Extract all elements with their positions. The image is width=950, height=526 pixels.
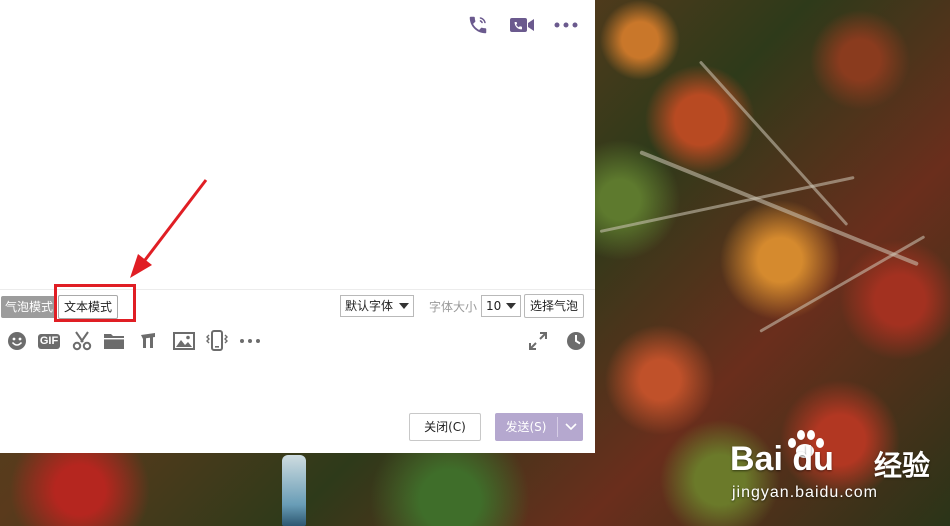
send-options-dropdown[interactable] — [558, 413, 583, 441]
gif-icon: GIF — [37, 333, 61, 349]
baidu-jingyan-watermark: Bai du 经验 jingyan.baidu.com — [728, 426, 942, 506]
font-size-select[interactable]: 10 — [481, 295, 521, 317]
clock-icon — [567, 332, 585, 350]
emoji-button[interactable] — [4, 328, 30, 354]
music-note-icon — [141, 333, 155, 348]
text-mode-tab[interactable]: 文本模式 — [58, 295, 119, 319]
video-call-button[interactable] — [507, 11, 537, 39]
chevron-down-icon — [564, 423, 577, 431]
tree-branch — [639, 150, 919, 267]
chevron-down-icon — [399, 303, 409, 309]
send-button-label: 发送(S) — [505, 420, 547, 434]
ellipsis-icon — [240, 339, 260, 343]
music-share-button[interactable] — [135, 328, 161, 354]
scissors-icon — [72, 331, 92, 351]
image-icon — [173, 332, 195, 350]
voice-call-button[interactable] — [463, 11, 493, 39]
window-shake-button[interactable] — [204, 328, 230, 354]
expand-icon — [529, 332, 547, 350]
send-image-button[interactable] — [171, 328, 197, 354]
input-toolbar: GIF — [0, 328, 595, 354]
tree-branch — [759, 235, 926, 333]
shake-icon — [206, 330, 228, 351]
message-history-button[interactable] — [563, 328, 589, 354]
expand-input-button[interactable] — [525, 328, 551, 354]
watermark-cn-text: 经验 — [874, 449, 931, 482]
font-size-value: 10 — [486, 299, 502, 313]
font-size-label: 字体大小 — [429, 300, 478, 314]
chevron-down-icon — [506, 303, 516, 309]
gif-button[interactable]: GIF — [36, 328, 62, 354]
folder-icon — [104, 334, 124, 349]
more-options-button[interactable] — [551, 11, 581, 39]
bubble-mode-tab[interactable]: 气泡模式 — [1, 296, 58, 318]
waterfall — [282, 455, 306, 526]
send-button[interactable]: 发送(S) — [495, 413, 583, 441]
font-family-select[interactable]: 默认字体 — [340, 295, 414, 317]
phone-icon — [469, 16, 487, 34]
format-bar: 气泡模式 文本模式 默认字体 字体大小 10 选择气泡 — [0, 294, 595, 320]
screenshot-button[interactable] — [69, 328, 95, 354]
send-file-button[interactable] — [101, 328, 127, 354]
watermark-logo-text: Bai du — [730, 440, 834, 478]
video-camera-icon — [510, 18, 534, 32]
chat-window: 气泡模式 文本模式 默认字体 字体大小 10 选择气泡 GIF 关闭(C) 发送… — [0, 0, 595, 453]
top-actions — [463, 11, 581, 39]
font-family-value: 默认字体 — [345, 299, 394, 313]
watermark-url: jingyan.baidu.com — [732, 484, 878, 501]
emoji-icon — [8, 332, 26, 350]
close-button[interactable]: 关闭(C) — [409, 413, 481, 441]
more-tools-button[interactable] — [237, 328, 263, 354]
input-area-divider — [0, 289, 595, 290]
ellipsis-icon — [554, 22, 578, 28]
tree-branch — [698, 60, 849, 226]
select-bubble-button[interactable]: 选择气泡 — [524, 294, 585, 318]
